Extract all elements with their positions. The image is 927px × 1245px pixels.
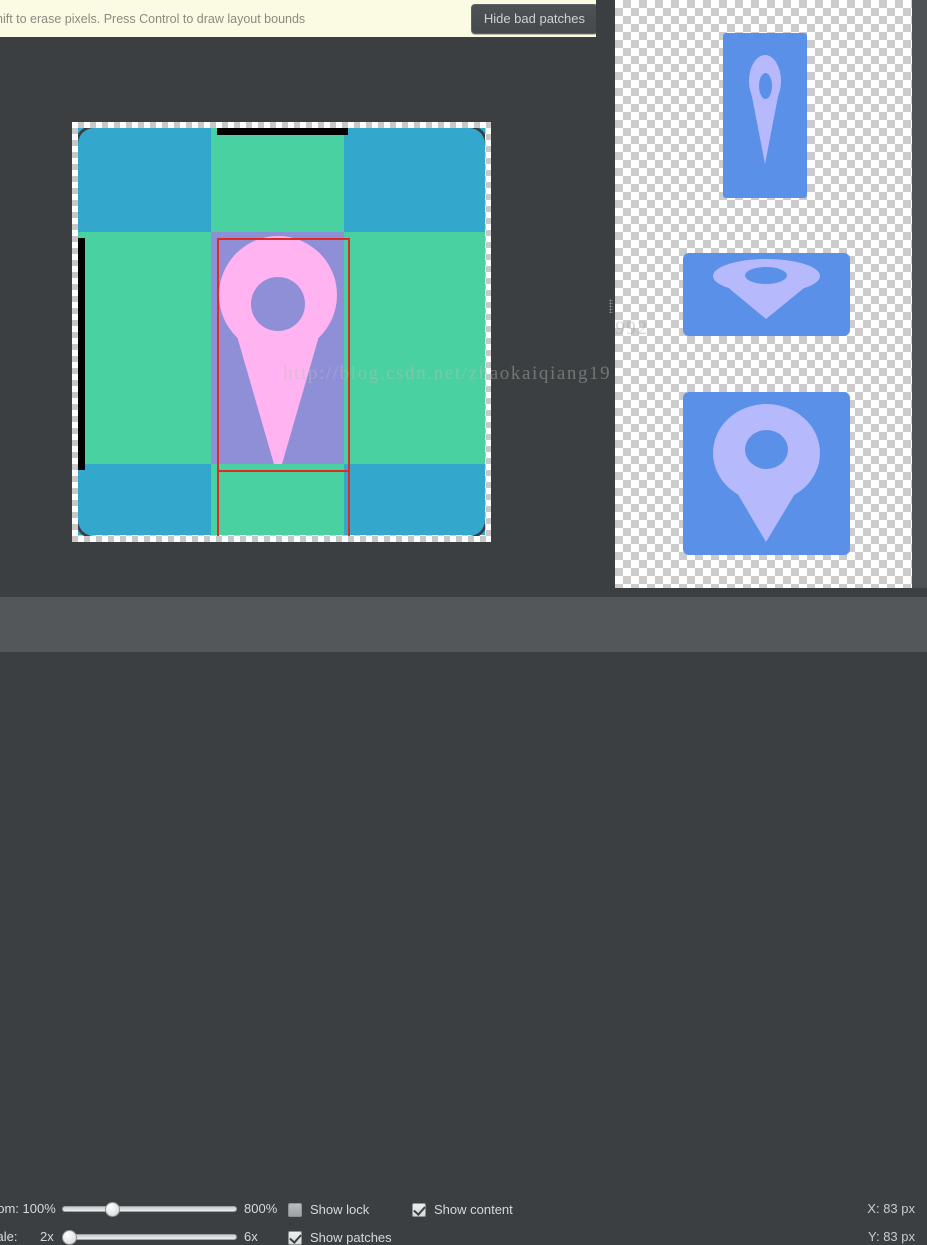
splitter-grip-icon xyxy=(609,299,613,313)
preview-watermark: g1992 xyxy=(615,318,649,339)
patch-bottom-center[interactable] xyxy=(211,464,344,535)
show-patches-checkbox[interactable]: Show patches xyxy=(288,1230,392,1245)
show-content-checkbox[interactable]: Show content xyxy=(412,1202,513,1217)
preview-right-edge xyxy=(912,0,927,588)
patch-bottom-right[interactable] xyxy=(344,464,485,535)
preview-pin-3-icon xyxy=(683,392,850,555)
patch-middle-right[interactable] xyxy=(344,232,485,464)
patch-bottom-left[interactable] xyxy=(78,464,211,535)
top-stretch-guide-mark[interactable] xyxy=(217,128,348,135)
cursor-y-readout: Y: 83 px xyxy=(868,1229,915,1244)
preview-horizontal-stretch xyxy=(683,253,850,336)
bottom-control-bar: oom: 100% 800% cale: 2x 6x Show lock Sho… xyxy=(0,597,927,1245)
zoom-slider-thumb[interactable] xyxy=(105,1202,120,1217)
show-lock-label: Show lock xyxy=(310,1202,370,1217)
patch-center[interactable] xyxy=(211,232,344,464)
map-pin-hole-icon xyxy=(250,277,305,331)
preview-pin-2-hole xyxy=(745,267,787,284)
scale-label: cale: xyxy=(0,1229,18,1244)
zoom-label: oom: 100% xyxy=(0,1201,56,1216)
preview-panel: g1992 xyxy=(615,0,912,588)
patch-top-left[interactable] xyxy=(78,128,211,232)
patch-top-right[interactable] xyxy=(344,128,485,232)
preview-pin-3-hole xyxy=(745,430,788,469)
patch-grid xyxy=(78,128,485,536)
preview-vertical-stretch xyxy=(723,33,807,198)
zoom-slider-track[interactable] xyxy=(62,1206,237,1212)
banner-right-gap xyxy=(596,0,610,37)
zoom-max-label: 800% xyxy=(244,1201,278,1216)
scale-slider-track[interactable] xyxy=(62,1234,237,1240)
scale-slider-thumb[interactable] xyxy=(62,1230,77,1245)
banner-message: hift to erase pixels. Press Control to d… xyxy=(0,11,306,26)
patch-middle-left[interactable] xyxy=(78,232,211,464)
patch-top-center[interactable] xyxy=(211,128,344,232)
panel-splitter[interactable] xyxy=(607,37,615,597)
show-patches-checkbox-box[interactable] xyxy=(288,1230,302,1245)
hide-bad-patches-button[interactable]: Hide bad patches xyxy=(470,3,598,34)
preview-pin-1-icon xyxy=(723,33,807,198)
draw-9patch-window: hift to erase pixels. Press Control to d… xyxy=(0,0,927,1245)
show-content-checkbox-box[interactable] xyxy=(412,1202,426,1217)
show-lock-checkbox-box[interactable] xyxy=(288,1202,302,1217)
left-stretch-guide-mark[interactable] xyxy=(78,238,85,470)
scale-max-label: 6x xyxy=(244,1229,258,1244)
map-pin-graphic xyxy=(211,232,344,464)
show-lock-checkbox[interactable]: Show lock xyxy=(288,1202,369,1217)
show-content-label: Show content xyxy=(434,1202,513,1217)
info-banner: hift to erase pixels. Press Control to d… xyxy=(0,0,610,37)
nine-patch-artwork[interactable] xyxy=(78,128,485,536)
nine-patch-stage[interactable] xyxy=(72,122,491,542)
cursor-x-readout: X: 83 px xyxy=(867,1201,915,1216)
preview-pin-2-icon xyxy=(683,253,850,336)
preview-pin-1-hole xyxy=(759,73,772,99)
scale-min-label: 2x xyxy=(40,1229,54,1244)
show-patches-label: Show patches xyxy=(310,1230,392,1245)
preview-both-stretch xyxy=(683,392,850,555)
nine-patch-editor-canvas[interactable]: http://blog.csdn.net/zhaokaiqiang1992 xyxy=(0,37,610,597)
